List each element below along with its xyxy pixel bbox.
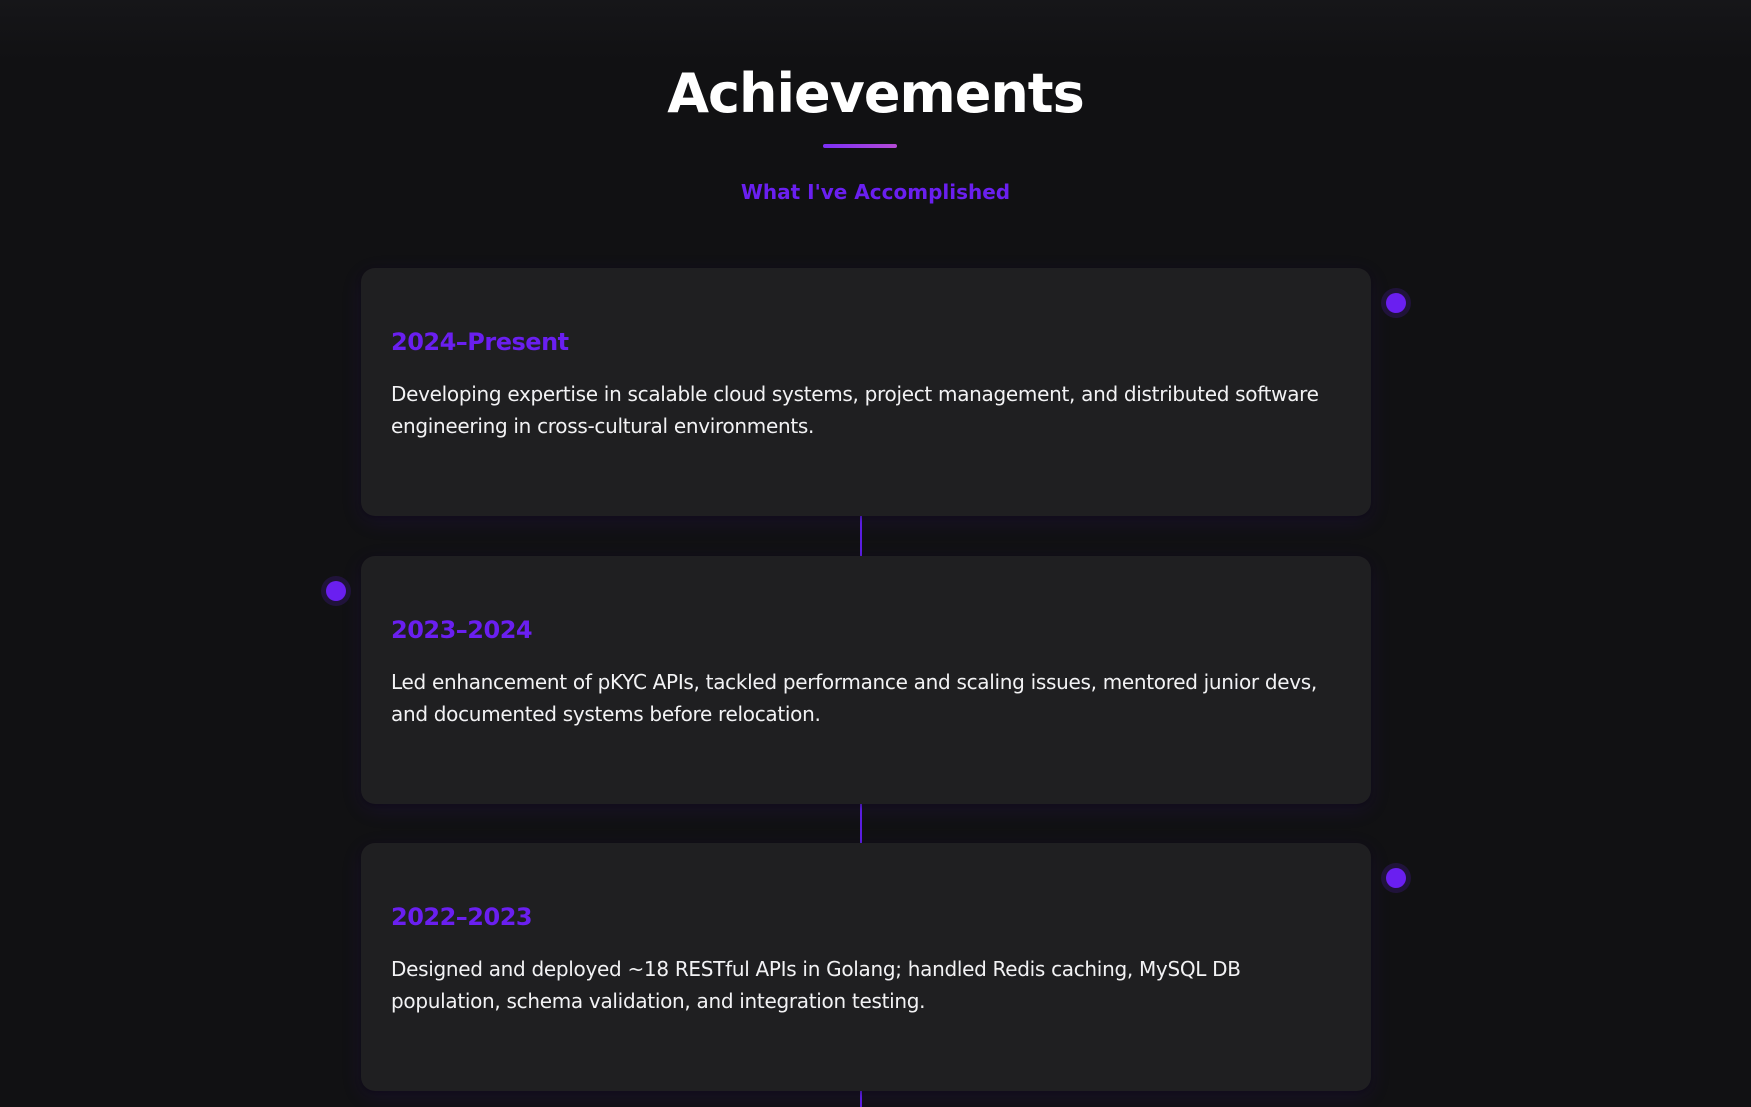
timeline-dot-icon (326, 581, 346, 601)
timeline-description: Led enhancement of pKYC APIs, tackled pe… (391, 670, 1317, 726)
timeline-connector (860, 515, 862, 557)
timeline-description: Developing expertise in scalable cloud s… (391, 382, 1319, 438)
timeline-year: 2023–2024 (391, 616, 533, 644)
section-title: Achievements (667, 62, 1085, 125)
achievements-section: Achievements What I've Accomplished 2024… (0, 0, 1751, 1107)
timeline-card: 2022–2023 Designed and deployed ~18 REST… (361, 843, 1371, 1091)
timeline-year: 2022–2023 (391, 903, 533, 931)
timeline-card: 2024–Present Developing expertise in sca… (361, 268, 1371, 516)
timeline-connector (860, 1091, 862, 1107)
timeline-card: 2023–2024 Led enhancement of pKYC APIs, … (361, 556, 1371, 804)
section-subtitle: What I've Accomplished (740, 180, 1011, 204)
timeline-year: 2024–Present (391, 328, 569, 356)
timeline-dot-icon (1386, 868, 1406, 888)
timeline-dot-icon (1386, 293, 1406, 313)
timeline-connector (860, 803, 862, 845)
title-underline (823, 144, 897, 148)
timeline-description: Designed and deployed ~18 RESTful APIs i… (391, 957, 1241, 1013)
